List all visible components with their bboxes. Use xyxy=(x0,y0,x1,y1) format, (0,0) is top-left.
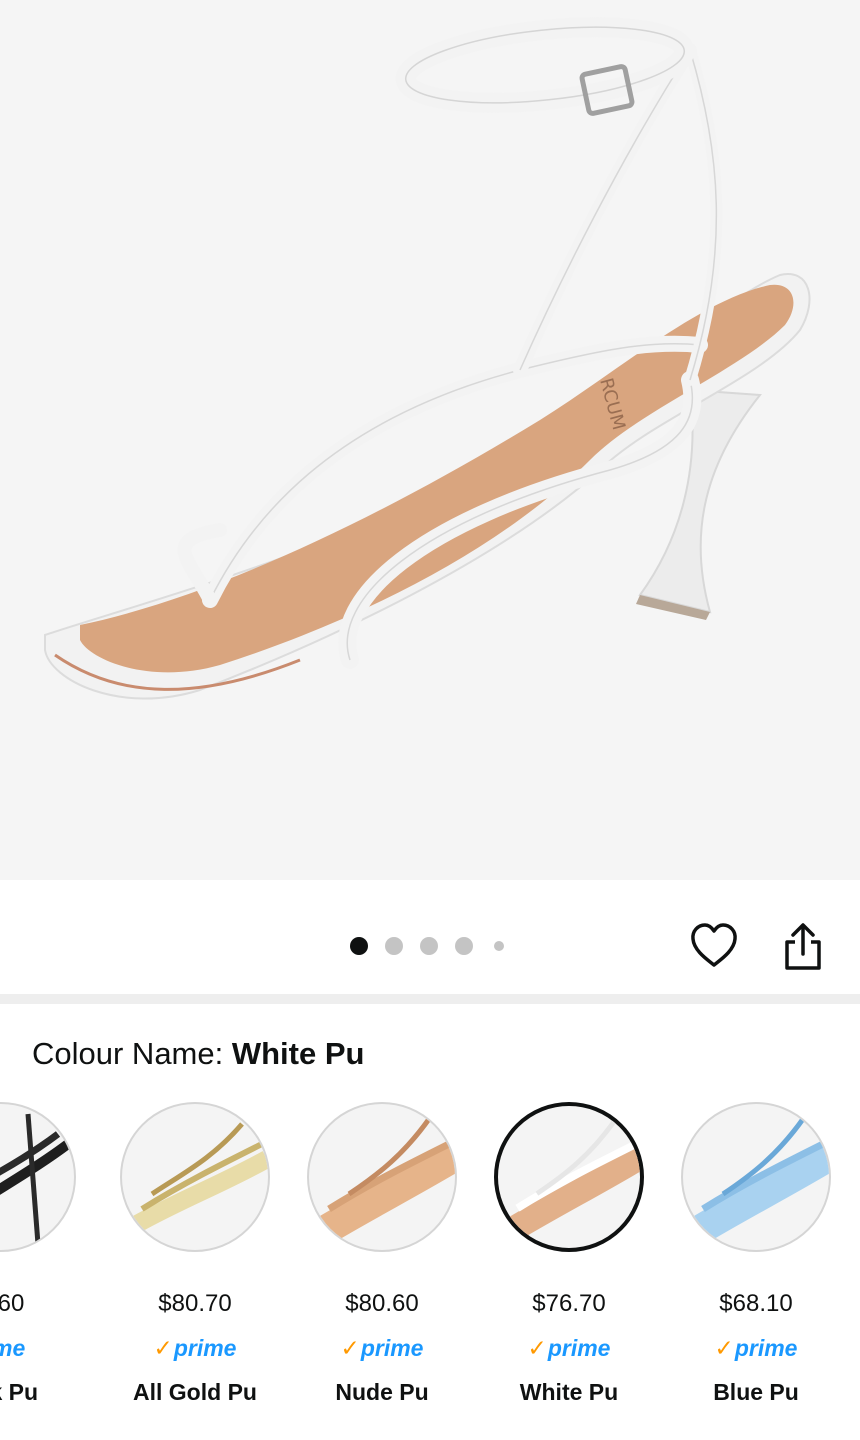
colour-label-prefix: Colour Name: xyxy=(32,1036,232,1071)
prime-badge: ✓prime xyxy=(340,1335,424,1361)
swatch-name: ack Pu xyxy=(0,1379,39,1405)
carousel-dot[interactable] xyxy=(494,941,504,951)
swatch-thumbnail xyxy=(681,1102,831,1252)
wishlist-button[interactable] xyxy=(688,920,740,972)
swatch-nude-pu[interactable]: $80.60 ✓prime Nude Pu xyxy=(295,1100,463,1420)
prime-check-icon: ✓ xyxy=(714,1335,734,1361)
swatch-name: Blue Pu xyxy=(713,1379,799,1405)
colour-swatch-list[interactable]: 0.60 rime ack Pu $80.70 ✓prime All Gold … xyxy=(0,1100,860,1430)
swatch-price: $80.60 xyxy=(345,1290,419,1317)
share-icon xyxy=(785,923,821,970)
swatch-price: 0.60 xyxy=(0,1290,25,1317)
swatch-name: All Gold Pu xyxy=(133,1379,257,1405)
swatch-blue-pu[interactable]: $68.10 ✓prime Blue Pu xyxy=(669,1100,837,1420)
section-divider xyxy=(0,994,860,1004)
swatch-name: Nude Pu xyxy=(335,1379,429,1405)
swatch-price: $76.70 xyxy=(532,1290,606,1317)
prime-badge: ✓prime xyxy=(714,1335,798,1361)
carousel-dot[interactable] xyxy=(385,937,403,955)
swatch-white-pu[interactable]: $76.70 ✓prime White Pu xyxy=(482,1100,650,1420)
prime-check-icon: ✓ xyxy=(527,1335,547,1361)
colour-name-label: Colour Name: White Pu xyxy=(32,1034,364,1074)
colour-selected-name: White Pu xyxy=(231,1036,365,1071)
prime-check-icon: ✓ xyxy=(153,1335,173,1361)
prime-badge: ✓prime xyxy=(527,1335,611,1361)
prime-badge: rime xyxy=(0,1335,26,1361)
carousel-dot[interactable] xyxy=(455,937,473,955)
swatch-price: $68.10 xyxy=(719,1290,793,1317)
swatch-price: $80.70 xyxy=(158,1290,232,1317)
swatch-all-gold-pu[interactable]: $80.70 ✓prime All Gold Pu xyxy=(108,1100,276,1420)
prime-check-icon: ✓ xyxy=(340,1335,360,1361)
sandal-product-image: RCUM xyxy=(44,17,811,700)
product-image-carousel[interactable]: RCUM xyxy=(0,0,860,880)
swatch-thumbnail xyxy=(307,1102,457,1252)
swatch-black-pu[interactable]: 0.60 rime ack Pu xyxy=(0,1100,82,1420)
heart-icon xyxy=(691,923,737,967)
carousel-dot-active[interactable] xyxy=(350,937,368,955)
swatch-thumbnail xyxy=(0,1102,76,1252)
swatch-name: White Pu xyxy=(519,1379,619,1405)
carousel-dot[interactable] xyxy=(420,937,438,955)
share-button[interactable] xyxy=(778,920,828,974)
swatch-thumbnail xyxy=(494,1102,644,1252)
prime-badge: ✓prime xyxy=(153,1335,237,1361)
swatch-thumbnail xyxy=(120,1102,270,1252)
